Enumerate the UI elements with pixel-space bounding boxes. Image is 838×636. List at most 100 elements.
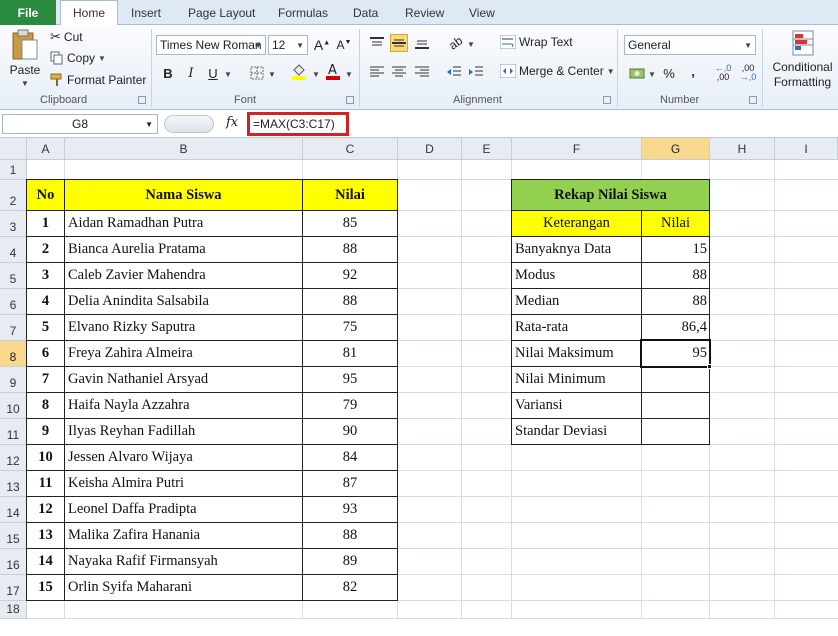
name-box[interactable]: G8 ▼ — [2, 114, 158, 134]
increase-indent-button[interactable] — [467, 63, 485, 81]
column-header-h[interactable]: H — [710, 138, 775, 160]
row-header-5[interactable]: 5 — [0, 263, 27, 289]
student-name-cell[interactable]: Ilyas Reyhan Fadillah — [64, 418, 303, 445]
summary-value-cell[interactable]: 15 — [641, 236, 710, 263]
column-header-a[interactable]: A — [27, 138, 65, 160]
bold-button[interactable]: B — [159, 64, 177, 82]
tab-page-layout[interactable]: Page Layout — [188, 0, 255, 25]
student-name-cell[interactable]: Keisha Almira Putri — [64, 470, 303, 497]
column-header-i[interactable]: I — [775, 138, 838, 160]
student-name-cell[interactable]: Orlin Syifa Maharani — [64, 574, 303, 601]
header-keterangan[interactable]: Keterangan — [511, 210, 642, 237]
align-center-button[interactable] — [390, 63, 408, 81]
align-middle-button[interactable] — [390, 34, 408, 52]
row-header-15[interactable]: 15 — [0, 523, 27, 549]
formula-bar-resize-handle[interactable] — [164, 115, 214, 133]
decrease-indent-button[interactable] — [445, 63, 463, 81]
summary-label-cell[interactable]: Banyaknya Data — [511, 236, 642, 263]
row-header-7[interactable]: 7 — [0, 315, 27, 341]
tab-review[interactable]: Review — [405, 0, 444, 25]
student-score-cell[interactable]: 79 — [302, 392, 398, 419]
summary-value-cell[interactable] — [641, 418, 710, 445]
student-score-cell[interactable]: 81 — [302, 340, 398, 367]
header-nilai[interactable]: Nilai — [302, 179, 398, 211]
underline-dropdown-icon[interactable]: ▼ — [224, 70, 232, 79]
paste-button[interactable]: Paste ▼ — [6, 29, 44, 91]
student-name-cell[interactable]: Bianca Aurelia Pratama — [64, 236, 303, 263]
student-no-cell[interactable]: 7 — [26, 366, 65, 393]
clipboard-launcher-icon[interactable] — [138, 96, 146, 104]
student-no-cell[interactable]: 9 — [26, 418, 65, 445]
align-top-button[interactable] — [368, 34, 386, 52]
student-name-cell[interactable]: Caleb Zavier Mahendra — [64, 262, 303, 289]
student-name-cell[interactable]: Aidan Ramadhan Putra — [64, 210, 303, 237]
student-score-cell[interactable]: 88 — [302, 236, 398, 263]
row-header-1[interactable]: 1 — [0, 160, 27, 180]
alignment-launcher-icon[interactable] — [603, 96, 611, 104]
student-no-cell[interactable]: 12 — [26, 496, 65, 523]
summary-label-cell[interactable]: Nilai Minimum — [511, 366, 642, 393]
shrink-font-button[interactable]: A▼ — [335, 36, 353, 54]
student-score-cell[interactable]: 87 — [302, 470, 398, 497]
accounting-format-button[interactable] — [628, 64, 646, 82]
worksheet-grid[interactable]: A B C D E F G H I 1 2 3 4 5 6 7 8 9 10 11 12 13 14 15 16 17 18 No Na… — [0, 138, 838, 636]
row-header-4[interactable]: 4 — [0, 237, 27, 263]
column-header-b[interactable]: B — [65, 138, 303, 160]
student-no-cell[interactable]: 1 — [26, 210, 65, 237]
column-header-c[interactable]: C — [303, 138, 398, 160]
merge-dropdown-icon[interactable]: ▼ — [607, 67, 615, 76]
student-no-cell[interactable]: 2 — [26, 236, 65, 263]
student-no-cell[interactable]: 6 — [26, 340, 65, 367]
summary-value-cell[interactable] — [641, 366, 710, 393]
borders-button[interactable] — [248, 64, 266, 82]
row-header-14[interactable]: 14 — [0, 497, 27, 523]
row-header-17[interactable]: 17 — [0, 575, 27, 601]
active-cell-selection[interactable] — [640, 339, 711, 368]
header-no[interactable]: No — [26, 179, 65, 211]
student-name-cell[interactable]: Freya Zahira Almeira — [64, 340, 303, 367]
summary-label-cell[interactable]: Standar Deviasi — [511, 418, 642, 445]
row-header-2[interactable]: 2 — [0, 180, 27, 211]
student-name-cell[interactable]: Malika Zafira Hanania — [64, 522, 303, 549]
student-no-cell[interactable]: 10 — [26, 444, 65, 471]
summary-value-cell[interactable] — [641, 392, 710, 419]
tab-view[interactable]: View — [469, 0, 495, 25]
column-header-e[interactable]: E — [462, 138, 512, 160]
font-color-dropdown-icon[interactable]: ▼ — [345, 70, 353, 79]
decrease-decimal-button[interactable]: ,00 →,0 — [737, 64, 759, 82]
borders-dropdown-icon[interactable]: ▼ — [268, 70, 276, 79]
student-score-cell[interactable]: 84 — [302, 444, 398, 471]
column-header-g[interactable]: G — [642, 138, 710, 160]
font-name-select[interactable]: Times New Roman ▼ — [156, 35, 266, 55]
tab-insert[interactable]: Insert — [131, 0, 161, 25]
header-nama-siswa[interactable]: Nama Siswa — [64, 179, 303, 211]
tab-data[interactable]: Data — [353, 0, 378, 25]
student-name-cell[interactable]: Delia Anindita Salsabila — [64, 288, 303, 315]
cut-button[interactable]: ✂ Cut — [50, 29, 83, 45]
student-name-cell[interactable]: Gavin Nathaniel Arsyad — [64, 366, 303, 393]
row-header-12[interactable]: 12 — [0, 445, 27, 471]
student-score-cell[interactable]: 88 — [302, 522, 398, 549]
row-header-10[interactable]: 10 — [0, 393, 27, 419]
conditional-formatting-button[interactable]: Conditional Formatting — [767, 29, 838, 89]
underline-button[interactable]: U — [204, 64, 222, 82]
summary-label-cell[interactable]: Variansi — [511, 392, 642, 419]
orientation-dropdown-icon[interactable]: ▼ — [467, 40, 475, 49]
student-score-cell[interactable]: 92 — [302, 262, 398, 289]
student-score-cell[interactable]: 85 — [302, 210, 398, 237]
student-no-cell[interactable]: 15 — [26, 574, 65, 601]
summary-label-cell[interactable]: Nilai Maksimum — [511, 340, 642, 367]
student-score-cell[interactable]: 95 — [302, 366, 398, 393]
number-launcher-icon[interactable] — [749, 96, 757, 104]
summary-value-cell[interactable]: 88 — [641, 262, 710, 289]
row-header-9[interactable]: 9 — [0, 367, 27, 393]
summary-value-cell[interactable]: 86,4 — [641, 314, 710, 341]
student-score-cell[interactable]: 75 — [302, 314, 398, 341]
italic-button[interactable]: I — [182, 64, 200, 82]
comma-style-button[interactable]: , — [684, 62, 702, 80]
row-header-18[interactable]: 18 — [0, 601, 27, 619]
student-no-cell[interactable]: 3 — [26, 262, 65, 289]
student-no-cell[interactable]: 4 — [26, 288, 65, 315]
grow-font-button[interactable]: A▲ — [313, 36, 331, 54]
student-no-cell[interactable]: 14 — [26, 548, 65, 575]
